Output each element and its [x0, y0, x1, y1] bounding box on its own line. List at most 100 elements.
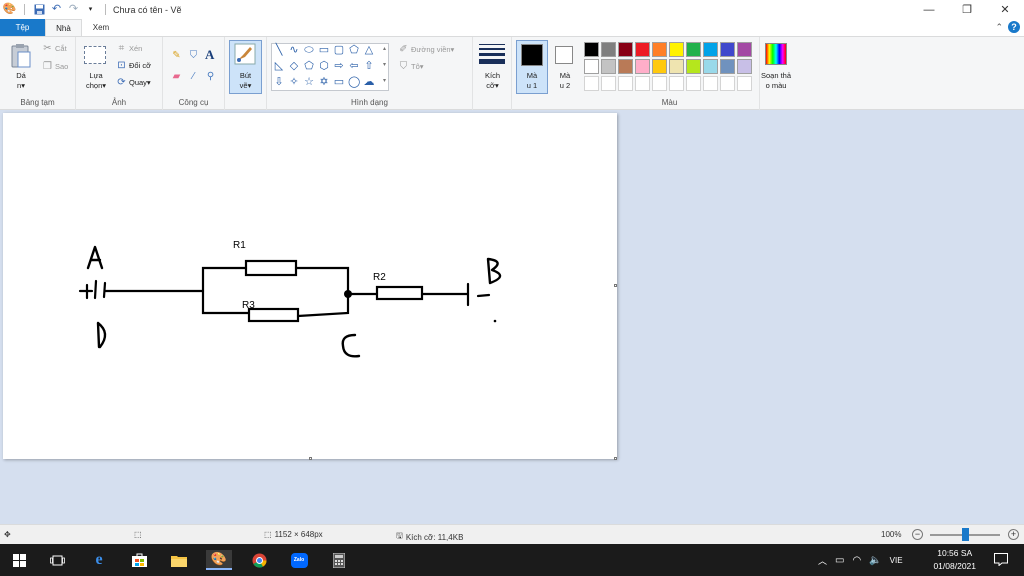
- paint-palette-icon[interactable]: 🎨: [3, 3, 17, 16]
- color2-swatch[interactable]: [555, 46, 573, 64]
- custom-color-slot[interactable]: [703, 76, 718, 91]
- custom-color-slot[interactable]: [601, 76, 616, 91]
- chrome-icon[interactable]: [248, 550, 270, 570]
- redo-icon[interactable]: ↷: [67, 3, 80, 16]
- maximize-icon[interactable]: ❐: [948, 0, 986, 19]
- curve-shape-icon[interactable]: ∿: [288, 44, 300, 56]
- palette-color-swatch[interactable]: [584, 42, 599, 57]
- zoom-in-icon[interactable]: +: [1008, 529, 1019, 540]
- palette-color-swatch[interactable]: [686, 59, 701, 74]
- arrow-down-shape-icon[interactable]: ⇩: [273, 76, 285, 88]
- gallery-scroll-up-icon[interactable]: ▴: [383, 45, 386, 52]
- palette-color-swatch[interactable]: [703, 42, 718, 57]
- color-picker-icon[interactable]: ⁄: [188, 71, 199, 82]
- pencil-icon[interactable]: ✎: [171, 50, 182, 61]
- file-explorer-icon[interactable]: [168, 550, 190, 570]
- show-hidden-icons-icon[interactable]: ︿: [818, 554, 827, 567]
- palette-color-swatch[interactable]: [720, 42, 735, 57]
- task-view-icon[interactable]: [46, 550, 68, 570]
- custom-color-slot[interactable]: [618, 76, 633, 91]
- rectangle-shape-icon[interactable]: ▭: [318, 44, 330, 56]
- tab-home[interactable]: Nhà: [45, 19, 82, 36]
- copy-button[interactable]: ❐ Sao: [42, 61, 68, 72]
- tab-view[interactable]: Xem: [84, 19, 118, 36]
- palette-color-swatch[interactable]: [737, 42, 752, 57]
- custom-color-slot[interactable]: [584, 76, 599, 91]
- palette-color-swatch[interactable]: [652, 42, 667, 57]
- wifi-icon[interactable]: ◠: [852, 555, 861, 566]
- gallery-scroll-down-icon[interactable]: ▾: [383, 61, 386, 68]
- palette-color-swatch[interactable]: [737, 59, 752, 74]
- save-icon[interactable]: [33, 3, 46, 16]
- size-button[interactable]: Kích cỡ▾: [475, 71, 510, 91]
- palette-color-swatch[interactable]: [601, 42, 616, 57]
- zoom-slider-thumb[interactable]: [962, 528, 969, 541]
- notifications-icon[interactable]: [994, 553, 1008, 568]
- language-indicator[interactable]: VIE: [890, 556, 903, 565]
- minimize-icon[interactable]: —: [910, 0, 948, 19]
- diamond-shape-icon[interactable]: ◇: [288, 60, 300, 72]
- drawing-canvas[interactable]: R1 R2 R3: [3, 113, 617, 460]
- clock[interactable]: 10:56 SA 01/08/2021: [933, 547, 976, 573]
- right-triangle-icon[interactable]: ◺: [273, 60, 285, 72]
- magnifier-icon[interactable]: ⚲: [205, 71, 216, 82]
- arrow-up-shape-icon[interactable]: ⇧: [363, 60, 375, 72]
- help-icon[interactable]: ?: [1008, 21, 1020, 33]
- oval-shape-icon[interactable]: ⬭: [303, 44, 315, 56]
- palette-color-swatch[interactable]: [720, 59, 735, 74]
- resize-button[interactable]: ⊡ Đổi cỡ: [116, 60, 151, 71]
- eraser-icon[interactable]: ▰: [171, 71, 182, 82]
- resize-handle-bottom[interactable]: [309, 457, 312, 460]
- palette-color-swatch[interactable]: [601, 59, 616, 74]
- polygon-shape-icon[interactable]: ⬠: [348, 44, 360, 56]
- paint-icon[interactable]: 🎨: [206, 550, 232, 570]
- callout-oval-icon[interactable]: ◯: [348, 76, 360, 88]
- arrow-right-shape-icon[interactable]: ⇨: [333, 60, 345, 72]
- text-tool-icon[interactable]: A: [205, 47, 214, 63]
- triangle-shape-icon[interactable]: △: [363, 44, 375, 56]
- six-point-star-icon[interactable]: ✡: [318, 76, 330, 88]
- collapse-ribbon-icon[interactable]: ⌃: [995, 22, 1003, 33]
- resize-handle-corner[interactable]: [614, 457, 617, 460]
- resize-handle-right[interactable]: [614, 284, 617, 287]
- palette-color-swatch[interactable]: [652, 59, 667, 74]
- cut-button[interactable]: ✂ Cắt: [42, 43, 66, 54]
- color-wheel-icon[interactable]: [765, 43, 787, 65]
- palette-color-swatch[interactable]: [669, 59, 684, 74]
- paste-icon[interactable]: [10, 43, 32, 71]
- hexagon-shape-icon[interactable]: ⬡: [318, 60, 330, 72]
- edge-icon[interactable]: e: [88, 550, 110, 570]
- size-lines-icon[interactable]: [479, 43, 505, 67]
- paste-button[interactable]: Dá n▾: [6, 71, 36, 91]
- palette-color-swatch[interactable]: [635, 59, 650, 74]
- windows-start-icon[interactable]: [8, 550, 30, 570]
- battery-icon[interactable]: ▭: [835, 555, 844, 566]
- fill-bucket-icon[interactable]: ⛉: [188, 50, 199, 61]
- volume-icon[interactable]: 🔈: [869, 555, 881, 566]
- edit-colors-button[interactable]: Soạn thả o màu: [754, 71, 798, 91]
- callout-rect-icon[interactable]: ▭: [333, 76, 345, 88]
- palette-color-swatch[interactable]: [703, 59, 718, 74]
- five-point-star-icon[interactable]: ☆: [303, 76, 315, 88]
- palette-color-swatch[interactable]: [584, 59, 599, 74]
- palette-color-swatch[interactable]: [618, 59, 633, 74]
- calculator-icon[interactable]: [328, 550, 350, 570]
- pentagon-shape-icon[interactable]: ⬠: [303, 60, 315, 72]
- gallery-expand-icon[interactable]: ▾: [383, 77, 386, 84]
- palette-color-swatch[interactable]: [635, 42, 650, 57]
- palette-color-swatch[interactable]: [669, 42, 684, 57]
- line-shape-icon[interactable]: ╲: [273, 44, 285, 56]
- undo-icon[interactable]: ↶: [50, 3, 63, 16]
- tab-file[interactable]: Tệp: [0, 19, 45, 36]
- crop-button[interactable]: ⌗ Xén: [116, 43, 143, 54]
- select-button[interactable]: Lựa chọn▾: [80, 71, 112, 91]
- rotate-button[interactable]: ⟳ Quay▾: [116, 77, 150, 88]
- custom-color-slot[interactable]: [737, 76, 752, 91]
- custom-color-slot[interactable]: [720, 76, 735, 91]
- rounded-rectangle-icon[interactable]: ▢: [333, 44, 345, 56]
- select-icon[interactable]: [84, 46, 106, 64]
- store-icon[interactable]: [128, 550, 150, 570]
- palette-color-swatch[interactable]: [618, 42, 633, 57]
- custom-color-slot[interactable]: [635, 76, 650, 91]
- callout-cloud-icon[interactable]: ☁: [363, 76, 375, 88]
